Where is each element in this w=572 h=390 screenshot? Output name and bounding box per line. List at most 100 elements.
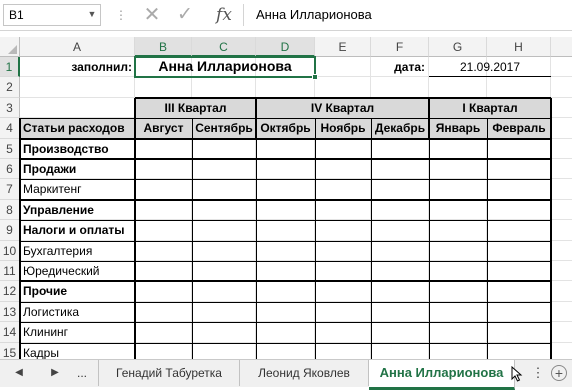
cell[interactable] xyxy=(487,240,551,261)
cell[interactable] xyxy=(487,281,551,302)
cell[interactable] xyxy=(551,220,572,241)
cell[interactable] xyxy=(551,98,572,119)
cell[interactable] xyxy=(429,240,487,261)
tab-sheet-active[interactable]: Анна Илларионова xyxy=(369,360,515,390)
row-header-5[interactable]: 5 xyxy=(0,138,20,159)
cell[interactable] xyxy=(192,301,256,323)
cell[interactable] xyxy=(192,281,256,302)
column-header-F[interactable]: F xyxy=(371,37,429,57)
more-sheets-icon[interactable]: ⋮ xyxy=(531,366,545,380)
cell[interactable] xyxy=(371,220,429,241)
cell[interactable] xyxy=(551,139,572,159)
cell[interactable] xyxy=(429,138,487,159)
cell[interactable] xyxy=(551,77,572,98)
row-header-4[interactable]: 4 xyxy=(0,118,20,139)
cell[interactable] xyxy=(135,77,192,98)
row-header-1[interactable]: 1 xyxy=(0,57,20,78)
cell[interactable] xyxy=(192,322,256,343)
cell[interactable] xyxy=(487,199,551,221)
cell[interactable] xyxy=(20,97,135,119)
row-header-12[interactable]: 12 xyxy=(0,281,20,302)
tab-more[interactable]: ... xyxy=(66,360,99,386)
check-icon[interactable]: ✓ xyxy=(173,4,197,26)
cell[interactable] xyxy=(371,240,429,261)
cell[interactable] xyxy=(429,220,487,241)
cell[interactable] xyxy=(315,159,371,180)
cell[interactable] xyxy=(315,240,371,261)
cell[interactable] xyxy=(371,159,429,180)
add-sheet-icon[interactable]: + xyxy=(551,365,567,381)
cell[interactable] xyxy=(256,301,315,323)
cell[interactable] xyxy=(429,199,487,221)
cell[interactable] xyxy=(192,199,256,221)
cell[interactable] xyxy=(429,322,487,343)
cell[interactable] xyxy=(20,77,135,98)
cell[interactable] xyxy=(256,261,315,282)
tab-sheet-1[interactable]: Генадий Табуретка xyxy=(99,360,240,386)
row-header-10[interactable]: 10 xyxy=(0,240,20,261)
cell[interactable] xyxy=(315,77,371,98)
fill-handle[interactable] xyxy=(312,74,318,81)
cell[interactable] xyxy=(315,179,371,200)
cell[interactable] xyxy=(192,261,256,282)
cancel-icon[interactable]: ✕ xyxy=(140,4,164,26)
cell[interactable] xyxy=(135,159,192,180)
cell[interactable] xyxy=(256,138,315,159)
cell[interactable] xyxy=(256,322,315,343)
row-header-8[interactable]: 8 xyxy=(0,199,20,221)
cell[interactable] xyxy=(315,220,371,241)
column-header-C[interactable]: C xyxy=(192,37,256,57)
cell[interactable] xyxy=(429,179,487,200)
cell[interactable] xyxy=(371,138,429,159)
cell[interactable] xyxy=(371,301,429,323)
row-header-7[interactable]: 7 xyxy=(0,179,20,200)
cell[interactable] xyxy=(487,77,551,98)
cell[interactable] xyxy=(429,281,487,302)
row-header-11[interactable]: 11 xyxy=(0,261,20,282)
cell[interactable] xyxy=(135,179,192,200)
cell[interactable] xyxy=(135,281,192,302)
cell[interactable] xyxy=(551,200,572,221)
cell[interactable] xyxy=(315,322,371,343)
row-header-13[interactable]: 13 xyxy=(0,301,20,323)
row-header-2[interactable]: 2 xyxy=(0,77,20,98)
cell[interactable] xyxy=(135,138,192,159)
tab-sheet-2[interactable]: Леонид Яковлев xyxy=(240,360,369,386)
scroll-left-icon[interactable]: ◀ xyxy=(12,366,26,380)
cell[interactable] xyxy=(256,281,315,302)
cell[interactable] xyxy=(192,240,256,261)
column-header-G[interactable]: G xyxy=(429,37,487,57)
cell[interactable] xyxy=(256,220,315,241)
cell[interactable] xyxy=(487,159,551,180)
row-header-9[interactable]: 9 xyxy=(0,220,20,241)
cell[interactable] xyxy=(192,179,256,200)
column-header-D[interactable]: D xyxy=(256,37,315,57)
cell[interactable] xyxy=(487,261,551,282)
cell[interactable] xyxy=(192,77,256,98)
row-header-6[interactable]: 6 xyxy=(0,159,20,180)
cell[interactable] xyxy=(192,220,256,241)
cell[interactable] xyxy=(135,240,192,261)
cell[interactable] xyxy=(429,261,487,282)
cell[interactable] xyxy=(487,179,551,200)
cell[interactable] xyxy=(315,281,371,302)
cell[interactable] xyxy=(256,77,315,98)
cell[interactable] xyxy=(551,241,572,261)
cell[interactable] xyxy=(315,138,371,159)
row-header-14[interactable]: 14 xyxy=(0,322,20,343)
cell[interactable] xyxy=(371,179,429,200)
cell[interactable] xyxy=(551,179,572,200)
cell[interactable] xyxy=(315,57,371,78)
cell[interactable] xyxy=(371,77,429,98)
cell[interactable] xyxy=(551,159,572,180)
formula-input[interactable]: Анна Илларионова xyxy=(250,4,568,26)
cell[interactable] xyxy=(551,118,572,139)
cell[interactable] xyxy=(315,301,371,323)
cell[interactable] xyxy=(135,199,192,221)
cell[interactable] xyxy=(551,302,572,323)
cell[interactable] xyxy=(487,322,551,343)
cell[interactable] xyxy=(135,322,192,343)
column-header-B[interactable]: B xyxy=(135,37,192,57)
cell[interactable] xyxy=(551,281,572,302)
column-header-E[interactable]: E xyxy=(315,37,371,57)
